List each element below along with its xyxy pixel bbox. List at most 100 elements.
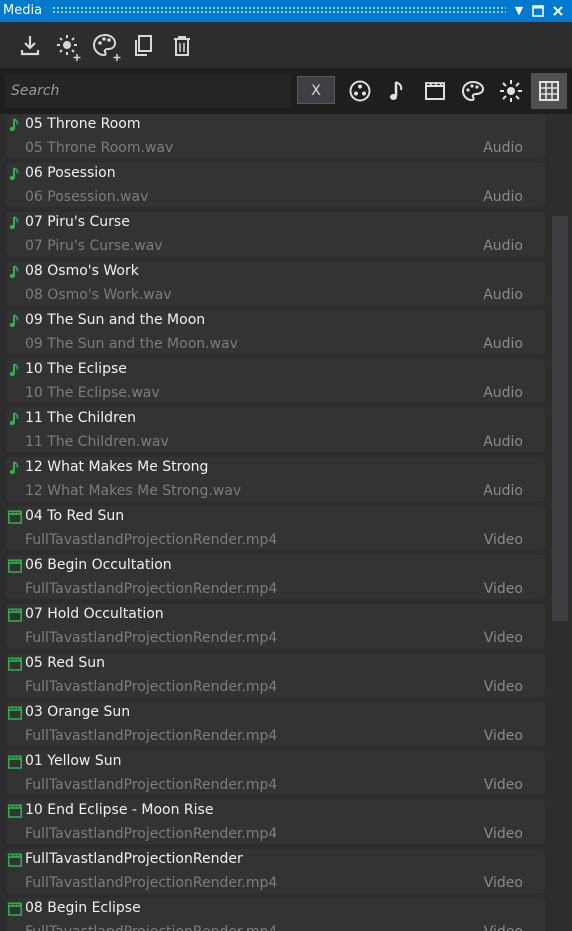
media-item-filename: FullTavastlandProjectionRender.mp4 bbox=[25, 826, 278, 842]
media-item-type: Audio bbox=[483, 434, 523, 450]
media-item[interactable]: 05 Red Sun FullTavastlandProjectionRender… bbox=[6, 653, 545, 697]
panel-title: Media bbox=[3, 3, 43, 18]
filter-palette-icon bbox=[461, 80, 485, 102]
media-item[interactable]: 01 Yellow Sun FullTavastlandProjectionRen… bbox=[6, 751, 545, 795]
media-item-name: 07 Hold Occultation bbox=[25, 606, 164, 622]
media-item-name: 06 Begin Occultation bbox=[25, 557, 172, 573]
media-item-type: Audio bbox=[483, 287, 523, 303]
media-item-name: 10 End Eclipse - Moon Rise bbox=[25, 802, 214, 818]
media-item-filename: FullTavastlandProjectionRender.mp4 bbox=[25, 924, 277, 931]
clear-search-button[interactable]: X bbox=[297, 76, 335, 104]
media-item-filename: FullTavastlandProjectionRender.mp4 bbox=[25, 630, 278, 646]
add-light-button[interactable] bbox=[53, 31, 83, 61]
media-item-name: 06 Posession bbox=[25, 165, 116, 181]
media-item[interactable]: 03 Orange Sun FullTavastlandProjectionRen… bbox=[6, 702, 545, 746]
media-item-type: Audio bbox=[483, 483, 523, 499]
media-item-type: Video bbox=[484, 924, 523, 931]
media-item-filename: 11 The Children.wav bbox=[25, 434, 169, 450]
media-item[interactable]: 07 Hold Occultation FullTavastlandProject… bbox=[6, 604, 545, 648]
add-light-icon bbox=[57, 35, 81, 61]
music-note-icon bbox=[8, 166, 22, 181]
maximize-icon[interactable] bbox=[530, 3, 546, 19]
film-clip-icon bbox=[8, 509, 22, 524]
search-input[interactable] bbox=[5, 74, 291, 108]
scrollbar-thumb[interactable] bbox=[552, 216, 568, 621]
media-item-type: Audio bbox=[483, 189, 523, 205]
media-item-filename: FullTavastlandProjectionRender.mp4 bbox=[25, 532, 278, 548]
film-clip-icon bbox=[8, 803, 22, 818]
add-palette-button[interactable] bbox=[92, 31, 122, 61]
delete-button[interactable] bbox=[167, 31, 197, 61]
media-item-type: Video bbox=[483, 679, 523, 695]
media-item[interactable]: 08 Begin Eclipse FullTavastlandProjection… bbox=[6, 898, 545, 931]
media-item-filename: 07 Piru's Curse.wav bbox=[25, 238, 163, 254]
media-item-name: 05 Throne Room bbox=[25, 116, 141, 132]
panel-menu-chevron-icon[interactable]: ▼ bbox=[511, 3, 527, 19]
media-item-filename: 10 The Eclipse.wav bbox=[25, 385, 160, 401]
media-item[interactable]: 11 The Children 11 The Children.wav Audio bbox=[6, 408, 545, 452]
music-note-icon bbox=[8, 264, 22, 279]
filter-video-button[interactable] bbox=[417, 73, 453, 109]
media-item[interactable]: 07 Piru's Curse 07 Piru's Curse.wav Audio bbox=[6, 212, 545, 256]
titlebar-grip[interactable] bbox=[52, 6, 506, 15]
import-button[interactable] bbox=[15, 31, 45, 61]
media-list[interactable]: 05 Throne Room 05 Throne Room.wav Audio 06 … bbox=[0, 114, 548, 931]
media-item-name: 05 Red Sun bbox=[25, 655, 105, 671]
media-item[interactable]: 08 Osmo's Work 08 Osmo's Work.wav Audio bbox=[6, 261, 545, 305]
filter-light-button[interactable] bbox=[493, 73, 529, 109]
media-item-type: Video bbox=[483, 630, 523, 646]
media-item[interactable]: FullTavastlandProjectionRender FullTavast… bbox=[6, 849, 545, 893]
media-item[interactable]: 12 What Makes Me Strong 12 What Makes Me … bbox=[6, 457, 545, 501]
add-palette-icon bbox=[92, 33, 121, 61]
media-item-filename: FullTavastlandProjectionRender.mp4 bbox=[25, 581, 278, 597]
media-item-name: 10 The Eclipse bbox=[25, 361, 127, 377]
media-item-filename: FullTavastlandProjectionRender.mp4 bbox=[25, 875, 278, 891]
media-item-filename: FullTavastlandProjectionRender.mp4 bbox=[25, 728, 278, 744]
media-item-name: 08 Osmo's Work bbox=[25, 263, 139, 279]
filter-palette-button[interactable] bbox=[455, 73, 491, 109]
filter-light-icon bbox=[500, 80, 522, 102]
panel-titlebar[interactable]: Media ▼ bbox=[0, 0, 572, 22]
media-item[interactable]: 04 To Red Sun FullTavastlandProjectionRen… bbox=[6, 506, 545, 550]
media-item-name: 12 What Makes Me Strong bbox=[25, 459, 209, 475]
filter-all-button[interactable] bbox=[531, 73, 567, 109]
delete-icon bbox=[174, 36, 190, 56]
media-item-type: Audio bbox=[483, 140, 523, 156]
media-item-filename: FullTavastlandProjectionRender.mp4 bbox=[25, 777, 278, 793]
duplicate-button[interactable] bbox=[129, 31, 159, 61]
media-item-name: 09 The Sun and the Moon bbox=[25, 312, 206, 328]
close-icon[interactable] bbox=[550, 3, 566, 19]
filter-audio-icon bbox=[390, 81, 403, 100]
filter-pattern-icon bbox=[349, 80, 371, 102]
duplicate-icon bbox=[135, 35, 152, 56]
media-item[interactable]: 09 The Sun and the Moon 09 The Sun and th… bbox=[6, 310, 545, 354]
media-item-filename: 06 Posession.wav bbox=[25, 189, 149, 205]
media-item-filename: 12 What Makes Me Strong.wav bbox=[25, 483, 242, 499]
media-item-name: 07 Piru's Curse bbox=[25, 214, 130, 230]
media-item-name: 04 To Red Sun bbox=[25, 508, 125, 524]
media-item[interactable]: 06 Posession 06 Posession.wav Audio bbox=[6, 163, 545, 207]
media-item[interactable]: 10 End Eclipse - Moon Rise FullTavastland… bbox=[6, 800, 545, 844]
media-item-type: Video bbox=[483, 532, 523, 548]
media-item-type: Video bbox=[483, 826, 523, 842]
filter-pattern-button[interactable] bbox=[342, 73, 378, 109]
filter-audio-button[interactable] bbox=[380, 73, 416, 109]
film-clip-icon bbox=[8, 607, 22, 622]
music-note-icon bbox=[8, 411, 22, 426]
media-item[interactable]: 06 Begin Occultation FullTavastlandProjec… bbox=[6, 555, 545, 599]
media-item-name: 01 Yellow Sun bbox=[25, 753, 122, 769]
media-item-filename: 08 Osmo's Work.wav bbox=[25, 287, 172, 303]
media-item[interactable]: 10 The Eclipse 10 The Eclipse.wav Audio bbox=[6, 359, 545, 403]
film-clip-icon bbox=[8, 901, 22, 916]
media-item[interactable]: 05 Throne Room 05 Throne Room.wav Audio bbox=[6, 114, 545, 158]
music-note-icon bbox=[8, 215, 22, 230]
media-item-type: Video bbox=[483, 728, 523, 744]
scrollbar-track[interactable] bbox=[550, 114, 572, 931]
film-clip-icon bbox=[8, 656, 22, 671]
media-item-type: Audio bbox=[483, 336, 523, 352]
media-item-filename: FullTavastlandProjectionRender.mp4 bbox=[25, 679, 278, 695]
media-item-name: 03 Orange Sun bbox=[25, 704, 131, 720]
search-row: X bbox=[0, 68, 572, 114]
media-item-name: FullTavastlandProjectionRender bbox=[25, 851, 243, 867]
media-item-type: Video bbox=[483, 777, 523, 793]
